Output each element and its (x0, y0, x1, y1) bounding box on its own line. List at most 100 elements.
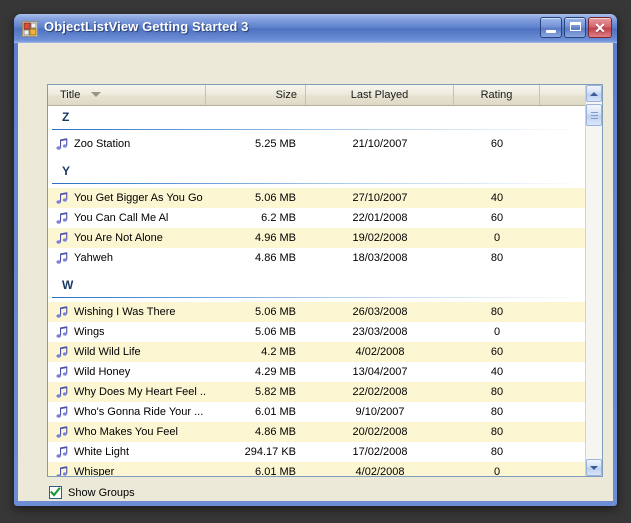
track-title: Wishing I Was There (74, 302, 175, 322)
cell-size: 4.86 MB (206, 422, 306, 442)
music-note-icon (56, 252, 69, 265)
scroll-up-icon (590, 92, 598, 96)
cell-rating: 0 (454, 228, 540, 248)
table-row[interactable]: Wishing I Was There5.06 MB26/03/200880 (48, 302, 585, 322)
track-title: Whisper (74, 462, 114, 477)
music-note-icon (56, 326, 69, 339)
group-header[interactable]: W (48, 274, 585, 302)
cell-last-played: 19/02/2008 (306, 228, 454, 248)
cell-rating: 40 (454, 362, 540, 382)
table-row[interactable]: Who Makes You Feel 4.86 MB20/02/200880 (48, 422, 585, 442)
column-header-last-played[interactable]: Last Played (306, 85, 454, 105)
cell-size: 5.06 MB (206, 188, 306, 208)
cell-title: Why Does My Heart Feel ... (48, 382, 206, 402)
table-row[interactable]: Wings5.06 MB23/03/20080 (48, 322, 585, 342)
cell-title: Who Makes You Feel (48, 422, 206, 442)
sort-descending-icon (91, 92, 101, 97)
application-window: ObjectListView Getting Started 3 ✕ Title (14, 14, 617, 506)
table-row[interactable]: You Are Not Alone 4.96 MB19/02/20080 (48, 228, 585, 248)
table-row[interactable]: Whisper6.01 MB4/02/20080 (48, 462, 585, 477)
cell-size: 4.96 MB (206, 228, 306, 248)
group-divider (52, 297, 585, 298)
track-title: You Get Bigger As You Go (74, 188, 203, 208)
track-title: Who Makes You Feel (74, 422, 178, 442)
cell-size: 5.06 MB (206, 302, 306, 322)
object-list-view[interactable]: Title Size Last Played Rating ZZoo Stati… (47, 84, 603, 477)
title-bar[interactable]: ObjectListView Getting Started 3 ✕ (14, 14, 617, 43)
table-row[interactable]: Wild Wild Life4.2 MB4/02/200860 (48, 342, 585, 362)
cell-rating: 0 (454, 462, 540, 477)
group-header[interactable]: Y (48, 160, 585, 188)
cell-last-played: 22/01/2008 (306, 208, 454, 228)
cell-title: You Get Bigger As You Go (48, 188, 206, 208)
column-header-rating[interactable]: Rating (454, 85, 540, 105)
cell-size: 4.86 MB (206, 248, 306, 268)
music-note-icon (56, 386, 69, 399)
cell-rating: 0 (454, 322, 540, 342)
track-title: You Are Not Alone (74, 228, 163, 248)
scroll-down-button[interactable] (586, 459, 602, 476)
cell-rating: 80 (454, 402, 540, 422)
scrollbar-track[interactable] (586, 102, 602, 459)
cell-last-played: 23/03/2008 (306, 322, 454, 342)
column-header-size[interactable]: Size (206, 85, 306, 105)
cell-title: Wild Honey (48, 362, 206, 382)
track-title: Why Does My Heart Feel ... (74, 382, 206, 402)
scrollbar-thumb[interactable] (586, 104, 602, 126)
scroll-down-icon (590, 466, 598, 470)
track-title: Wild Wild Life (74, 342, 141, 362)
cell-size: 6.01 MB (206, 462, 306, 477)
table-row[interactable]: Why Does My Heart Feel ...5.82 MB22/02/2… (48, 382, 585, 402)
music-note-icon (56, 366, 69, 379)
cell-rating: 80 (454, 382, 540, 402)
scrollbar-grip-icon (591, 112, 598, 119)
close-button[interactable]: ✕ (588, 17, 612, 38)
cell-last-played: 22/02/2008 (306, 382, 454, 402)
column-header-rating-label: Rating (481, 85, 513, 105)
cell-last-played: 17/02/2008 (306, 442, 454, 462)
cell-rating: 80 (454, 422, 540, 442)
music-note-icon (56, 232, 69, 245)
group-header[interactable]: Z (48, 106, 585, 134)
table-row[interactable]: Yahweh4.86 MB18/03/200880 (48, 248, 585, 268)
cell-last-played: 20/02/2008 (306, 422, 454, 442)
listview-header: Title Size Last Played Rating (48, 85, 602, 106)
track-title: You Can Call Me Al (74, 208, 168, 228)
group-divider (52, 129, 585, 130)
maximize-button[interactable] (564, 17, 586, 38)
cell-title: Who's Gonna Ride Your ... (48, 402, 206, 422)
table-row[interactable]: Zoo Station5.25 MB21/10/200760 (48, 134, 585, 154)
vertical-scrollbar[interactable] (585, 85, 602, 476)
cell-rating: 80 (454, 248, 540, 268)
group-title: W (62, 278, 74, 292)
minimize-button[interactable] (540, 17, 562, 38)
show-groups-label: Show Groups (68, 487, 135, 499)
cell-title: Wishing I Was There (48, 302, 206, 322)
table-row[interactable]: You Get Bigger As You Go5.06 MB27/10/200… (48, 188, 585, 208)
listview-group: Y You Get Bigger As You Go5.06 MB27/10/20… (48, 160, 585, 274)
cell-title: Whisper (48, 462, 206, 477)
close-icon: ✕ (589, 18, 611, 37)
cell-title: Yahweh (48, 248, 206, 268)
minimize-icon (546, 30, 556, 33)
window-controls: ✕ (540, 17, 612, 38)
music-note-icon (56, 306, 69, 319)
show-groups-checkbox[interactable] (49, 486, 62, 499)
track-title: Yahweh (74, 248, 113, 268)
cell-title: Zoo Station (48, 134, 206, 154)
form-icon (22, 21, 38, 37)
show-groups-row[interactable]: Show Groups (49, 486, 135, 499)
cell-size: 5.82 MB (206, 382, 306, 402)
track-title: Wild Honey (74, 362, 130, 382)
scroll-up-button[interactable] (586, 85, 602, 102)
music-note-icon (56, 138, 69, 151)
table-row[interactable]: You Can Call Me Al6.2 MB22/01/200860 (48, 208, 585, 228)
table-row[interactable]: Who's Gonna Ride Your ...6.01 MB9/10/200… (48, 402, 585, 422)
column-header-title[interactable]: Title (48, 85, 206, 105)
table-row[interactable]: White Light294.17 KB17/02/200880 (48, 442, 585, 462)
group-title: Y (62, 164, 70, 178)
table-row[interactable]: Wild Honey4.29 MB13/04/200740 (48, 362, 585, 382)
cell-last-played: 13/04/2007 (306, 362, 454, 382)
column-header-title-label: Title (60, 85, 80, 105)
cell-title: White Light (48, 442, 206, 462)
